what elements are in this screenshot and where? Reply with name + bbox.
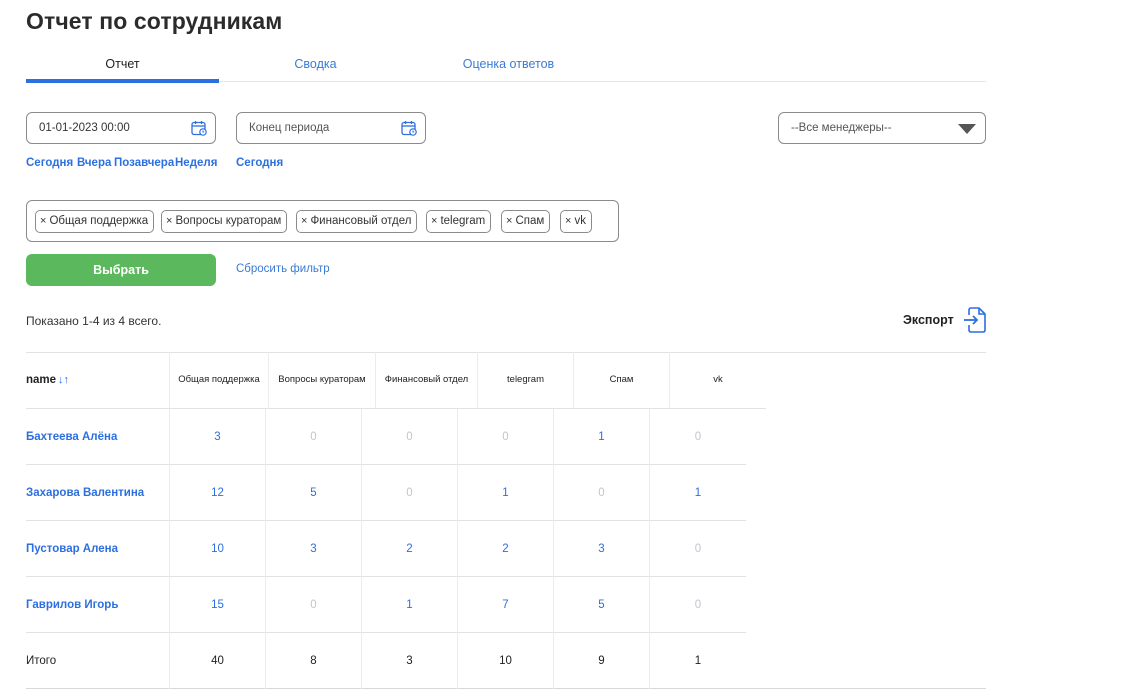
count-cell[interactable]: 1 — [362, 577, 458, 633]
tag-chip: × vk — [560, 210, 592, 233]
employee-name-link[interactable]: Пустовар Алена — [26, 521, 170, 577]
quick-date-week[interactable]: Неделя — [175, 157, 217, 169]
count-cell: 0 — [554, 465, 650, 521]
count-cell[interactable]: 5 — [266, 465, 362, 521]
column-header-name[interactable]: name ↓↑ — [26, 352, 170, 408]
calendar-icon[interactable] — [191, 120, 207, 136]
count-cell[interactable]: 3 — [554, 521, 650, 577]
tag-chip: × Спам — [501, 210, 551, 233]
remove-tag-icon[interactable]: × — [565, 215, 571, 227]
count-cell: 0 — [694, 431, 702, 443]
count-cell[interactable]: 2 — [362, 521, 458, 577]
date-to-input[interactable]: Конец периода — [236, 112, 426, 144]
count-cell: 0 — [362, 409, 458, 465]
date-to-placeholder: Конец периода — [249, 122, 330, 134]
count-cell[interactable]: 1 — [554, 409, 650, 465]
remove-tag-icon[interactable]: × — [431, 215, 437, 227]
remove-tag-icon[interactable]: × — [40, 215, 46, 227]
manager-select-value: --Все менеджеры-- — [791, 122, 892, 134]
remove-tag-icon[interactable]: × — [166, 215, 172, 227]
count-cell[interactable]: 12 — [170, 465, 266, 521]
employee-name-link[interactable]: Захарова Валентина — [26, 465, 170, 521]
tag-chip: × telegram — [426, 210, 492, 233]
total-cell: 40 — [170, 633, 266, 689]
count-cell: 0 — [266, 409, 362, 465]
manager-select[interactable]: --Все менеджеры-- — [778, 112, 986, 144]
export-file-icon[interactable] — [963, 307, 987, 333]
quick-date-to-today[interactable]: Сегодня — [236, 157, 283, 169]
quick-date-yesterday[interactable]: Вчера — [77, 157, 111, 169]
tags-multiselect[interactable]: × Общая поддержка × Вопросы кураторам × Фин… — [26, 200, 619, 242]
column-header: Вопросы кураторам — [269, 352, 376, 408]
tag-label: telegram — [440, 215, 486, 227]
column-header: telegram — [478, 352, 574, 408]
tag-label: Спам — [515, 215, 545, 227]
count-cell: 0 — [362, 465, 458, 521]
count-cell: 0 — [266, 577, 362, 633]
tag-label: Общая поддержка — [49, 215, 149, 227]
count-cell[interactable]: 15 — [170, 577, 266, 633]
tag-label: Финансовый отдел — [310, 215, 412, 227]
tag-label: vk — [574, 215, 586, 227]
total-cell: 10 — [458, 633, 554, 689]
count-cell[interactable]: 7 — [458, 577, 554, 633]
column-header: Общая поддержка — [170, 352, 269, 408]
tag-chip: × Финансовый отдел — [296, 210, 418, 233]
date-from-value: 01-01-2023 00:00 — [39, 122, 130, 134]
date-from-input[interactable]: 01-01-2023 00:00 — [26, 112, 216, 144]
table-row: Гаврилов Игорь 15 0 1 7 5 0 — [26, 577, 746, 633]
column-header: Спам — [574, 352, 670, 408]
total-row: Итого 40 8 3 10 9 1 — [26, 633, 986, 689]
count-cell[interactable]: 5 — [554, 577, 650, 633]
table-row: Пустовар Алена 10 3 2 2 3 0 — [26, 521, 746, 577]
column-header-name-label: name — [26, 374, 57, 386]
reset-filter-link[interactable]: Сбросить фильтр — [236, 263, 330, 275]
apply-filter-button[interactable]: Выбрать — [26, 254, 216, 286]
report-tabs: Отчет Сводка Оценка ответов — [26, 54, 986, 83]
total-label: Итого — [26, 633, 170, 689]
employee-name-link[interactable]: Гаврилов Игорь — [26, 577, 170, 633]
table-row: Захарова Валентина 12 5 0 1 0 1 — [26, 465, 746, 521]
count-cell: 0 — [694, 599, 702, 611]
total-cell: 8 — [266, 633, 362, 689]
employee-name-link[interactable]: Бахтеева Алёна — [26, 409, 170, 465]
count-cell[interactable]: 2 — [458, 521, 554, 577]
tag-chip: × Вопросы кураторам — [161, 210, 288, 233]
total-cell: 3 — [362, 633, 458, 689]
count-cell: 0 — [694, 543, 702, 555]
calendar-icon[interactable] — [401, 120, 417, 136]
results-summary: Показано 1-4 из 4 всего. — [26, 314, 162, 328]
page-title: Отчет по сотрудникам — [26, 8, 283, 34]
chevron-down-icon — [958, 124, 976, 134]
tag-label: Вопросы кураторам — [175, 215, 282, 227]
remove-tag-icon[interactable]: × — [301, 215, 307, 227]
count-cell[interactable]: 1 — [650, 465, 746, 521]
column-header: Финансовый отдел — [376, 352, 478, 408]
sort-icon[interactable]: ↓↑ — [58, 374, 69, 386]
tab-summary[interactable]: Сводка — [219, 54, 412, 82]
count-cell[interactable]: 10 — [170, 521, 266, 577]
tab-report[interactable]: Отчет — [26, 54, 219, 83]
remove-tag-icon[interactable]: × — [506, 215, 512, 227]
total-cell: 1 — [694, 655, 702, 667]
total-cell: 9 — [554, 633, 650, 689]
quick-date-day-before[interactable]: Позавчера — [114, 157, 174, 169]
count-cell[interactable]: 3 — [266, 521, 362, 577]
table-row: Бахтеева Алёна 3 0 0 0 1 0 — [26, 409, 746, 465]
tag-chip: × Общая поддержка — [35, 210, 155, 233]
count-cell: 0 — [458, 409, 554, 465]
export-button[interactable]: Экспорт — [903, 313, 954, 327]
count-cell[interactable]: 3 — [170, 409, 266, 465]
column-header: vk — [713, 374, 723, 385]
count-cell[interactable]: 1 — [458, 465, 554, 521]
quick-date-today[interactable]: Сегодня — [26, 157, 73, 169]
tab-answer-rating[interactable]: Оценка ответов — [412, 54, 605, 82]
